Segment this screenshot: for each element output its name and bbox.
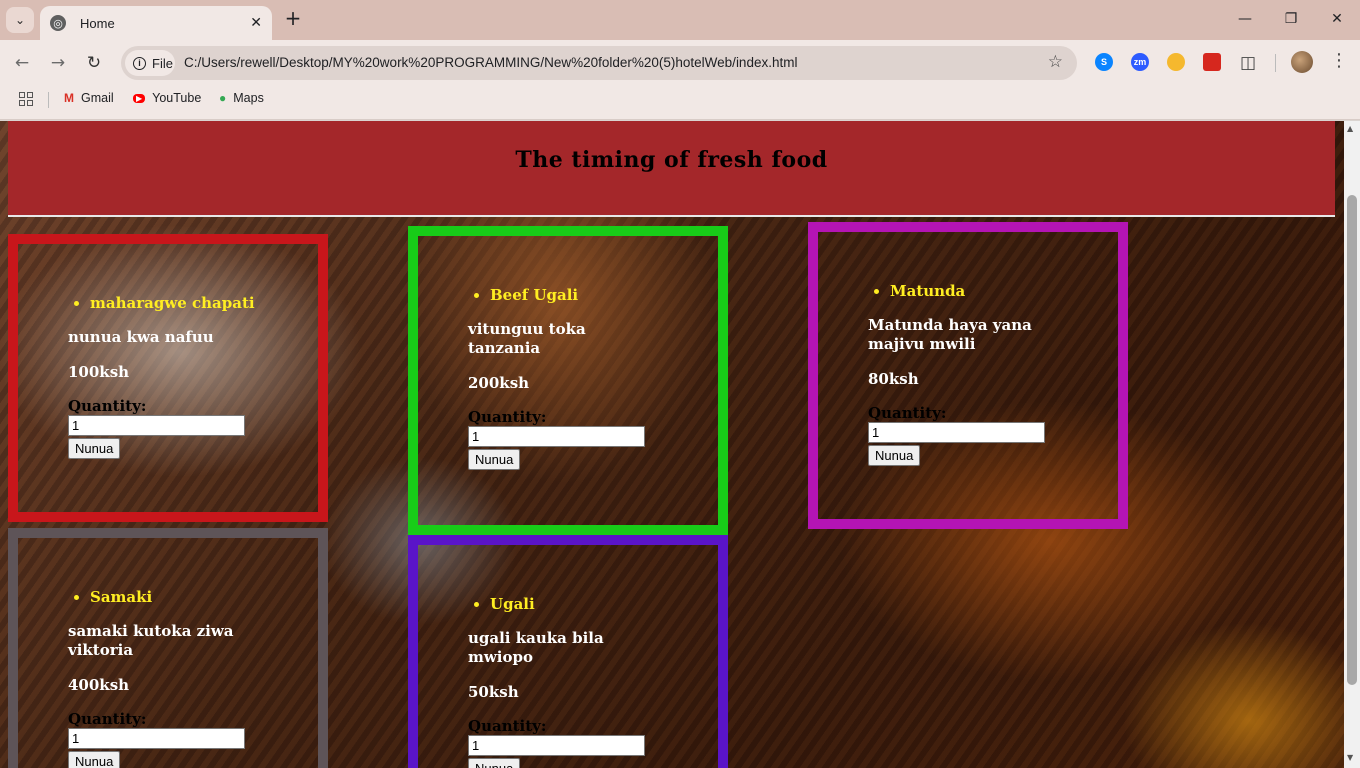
close-window-icon[interactable]: ✕ xyxy=(1326,8,1348,30)
food-list: Matunda xyxy=(868,282,1118,300)
new-tab-plus-icon[interactable]: + xyxy=(282,8,304,30)
minimize-icon[interactable]: — xyxy=(1234,8,1256,30)
food-list: maharagwe chapati xyxy=(68,294,318,312)
pdf-icon[interactable] xyxy=(1203,53,1221,71)
food-description: nunua kwa nafuu xyxy=(68,328,214,346)
bookmark-star-icon[interactable]: ☆ xyxy=(1048,52,1063,72)
extensions-puzzle-icon[interactable]: ◫ xyxy=(1237,52,1259,74)
food-price: 200ksh xyxy=(468,374,530,392)
buy-button[interactable]: Nunua xyxy=(468,449,521,470)
quantity-label: Quantity: xyxy=(468,408,547,426)
reload-icon[interactable]: ↻ xyxy=(83,52,105,74)
globe-icon: ◎ xyxy=(50,15,66,31)
bookmark-youtube[interactable]: ▶ YouTube xyxy=(133,91,201,105)
quantity-label: Quantity: xyxy=(468,717,547,735)
browser-toolbar: ← → ↻ i File C:/Users/rewell/Desktop/MY%… xyxy=(0,40,1360,86)
food-name: Ugali xyxy=(490,595,718,613)
address-bar[interactable]: i File C:/Users/rewell/Desktop/MY%20work… xyxy=(121,46,1077,80)
bookmark-gmail[interactable]: M Gmail xyxy=(64,91,114,105)
maps-icon: ● xyxy=(219,91,227,105)
bookmark-label: Gmail xyxy=(81,91,114,105)
food-list: Samaki xyxy=(68,588,318,606)
site-chip-label: File xyxy=(152,55,173,71)
food-card: Samaki samaki kutoka ziwa viktoria 400ks… xyxy=(8,528,328,768)
youtube-icon: ▶ xyxy=(133,93,146,103)
quantity-label: Quantity: xyxy=(68,397,147,415)
bookmarks-separator xyxy=(48,92,49,108)
food-card: Beef Ugali vitunguu toka tanzania 200ksh… xyxy=(408,226,728,535)
tab-home[interactable]: ◎ Home ✕ xyxy=(40,6,272,40)
buy-button[interactable]: Nunua xyxy=(468,758,521,768)
tab-strip: ⌄ ◎ Home ✕ + — ❐ ✕ xyxy=(0,0,1360,40)
quantity-input[interactable] xyxy=(468,426,645,447)
food-list: Beef Ugali xyxy=(468,286,718,304)
page-viewport: The timing of fresh food maharagwe chapa… xyxy=(0,121,1344,768)
tab-title: Home xyxy=(80,15,115,31)
food-description: Matunda haya yana majivu mwili xyxy=(868,316,1032,353)
food-name: Matunda xyxy=(890,282,1118,300)
food-name: Samaki xyxy=(90,588,318,606)
food-price: 50ksh xyxy=(468,683,519,701)
quantity-input[interactable] xyxy=(468,735,645,756)
tab-search-chevron-icon[interactable]: ⌄ xyxy=(6,7,34,33)
food-card: maharagwe chapati nunua kwa nafuu 100ksh… xyxy=(8,234,328,522)
food-name: maharagwe chapati xyxy=(90,294,318,312)
food-name: Beef Ugali xyxy=(490,286,718,304)
food-price: 80ksh xyxy=(868,370,919,388)
bookmarks-bar xyxy=(0,86,1360,120)
bookmark-maps[interactable]: ● Maps xyxy=(219,91,264,105)
forward-arrow-icon[interactable]: → xyxy=(47,52,69,74)
scrollbar-thumb[interactable] xyxy=(1347,195,1357,685)
buy-button[interactable]: Nunua xyxy=(868,445,921,466)
header-banner: The timing of fresh food xyxy=(8,121,1335,217)
food-description: vitunguu toka tanzania xyxy=(468,320,586,357)
food-description: ugali kauka bila mwiopo xyxy=(468,629,604,666)
info-icon: i xyxy=(133,56,146,70)
apps-grid-icon[interactable] xyxy=(19,92,33,106)
sun-extension-icon[interactable] xyxy=(1167,53,1185,71)
menu-dots-icon[interactable]: ⋮ xyxy=(1330,50,1348,71)
page-title: The timing of fresh food xyxy=(515,147,828,173)
back-arrow-icon[interactable]: ← xyxy=(11,52,33,74)
food-list: Ugali xyxy=(468,595,718,613)
bookmark-label: YouTube xyxy=(152,91,202,105)
quantity-input[interactable] xyxy=(868,422,1045,443)
scroll-down-arrow-icon[interactable]: ▼ xyxy=(1347,753,1353,762)
food-description: samaki kutoka ziwa viktoria xyxy=(68,622,234,659)
buy-button[interactable]: Nunua xyxy=(68,751,121,768)
food-card: Ugali ugali kauka bila mwiopo 50ksh Quan… xyxy=(408,535,728,768)
zoom-icon[interactable]: zm xyxy=(1131,53,1149,71)
quantity-input[interactable] xyxy=(68,415,245,436)
gmail-icon: M xyxy=(64,91,74,105)
buy-button[interactable]: Nunua xyxy=(68,438,121,459)
quantity-input[interactable] xyxy=(68,728,245,749)
food-price: 100ksh xyxy=(68,363,130,381)
shazam-icon[interactable]: S xyxy=(1095,53,1113,71)
profile-avatar[interactable] xyxy=(1291,51,1313,73)
url-text[interactable]: C:/Users/rewell/Desktop/MY%20work%20PROG… xyxy=(184,55,797,70)
food-price: 400ksh xyxy=(68,676,130,694)
quantity-label: Quantity: xyxy=(68,710,147,728)
restore-icon[interactable]: ❐ xyxy=(1280,8,1302,30)
quantity-label: Quantity: xyxy=(868,404,947,422)
toolbar-separator xyxy=(1275,54,1276,72)
bookmark-label: Maps xyxy=(233,91,264,105)
scroll-up-arrow-icon[interactable]: ▲ xyxy=(1347,124,1353,133)
site-info-chip[interactable]: i File xyxy=(125,50,175,76)
close-tab-icon[interactable]: ✕ xyxy=(250,15,262,31)
food-card: Matunda Matunda haya yana majivu mwili 8… xyxy=(808,222,1128,529)
